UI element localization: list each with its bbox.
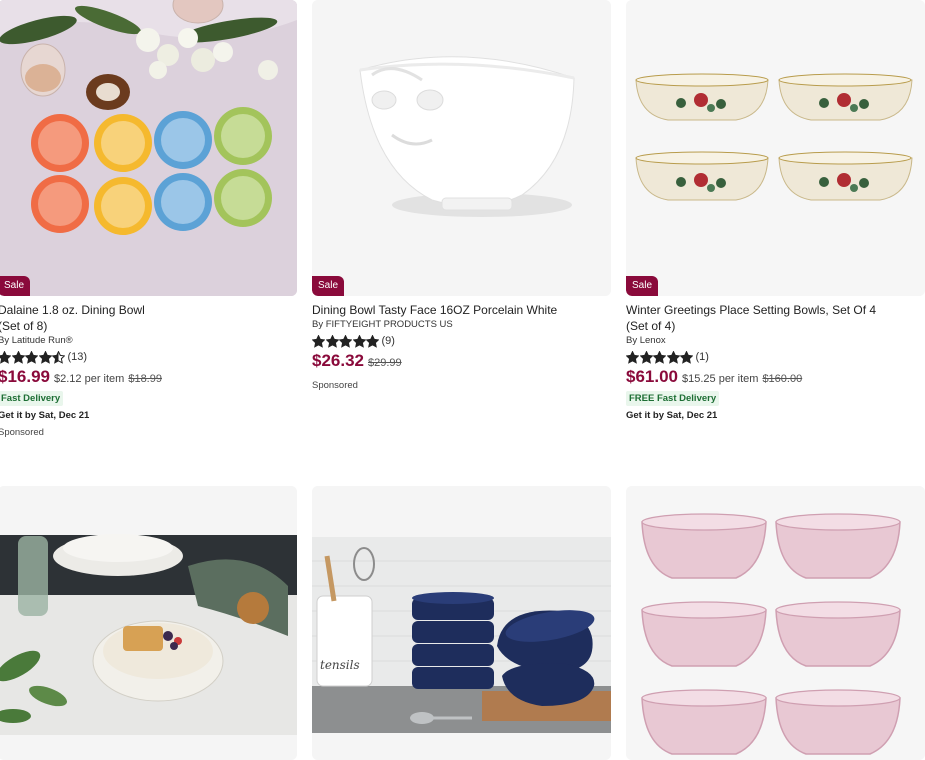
price-row: $16.99 $2.12 per item $18.99	[0, 367, 297, 387]
star-icon	[352, 334, 366, 348]
product-brand[interactable]: By Latitude Run®	[0, 335, 297, 346]
rating-count: (9)	[381, 335, 395, 347]
delivery-date: Get it by Sat, Dec 21	[0, 410, 90, 421]
rating-count: (1)	[695, 351, 709, 363]
star-rating	[626, 350, 694, 364]
product-title-line2[interactable]: (Set of 4)	[626, 319, 675, 333]
star-icon	[666, 350, 680, 364]
star-icon	[25, 350, 38, 364]
original-price: $29.99	[368, 357, 402, 369]
star-icon	[626, 350, 639, 364]
product-title[interactable]: Winter Greetings Place Setting Bowls, Se…	[626, 302, 925, 334]
product-title[interactable]: Dalaine 1.8 oz. Dining Bowl (Set of 8)	[0, 302, 297, 334]
holiday-bowls-image	[626, 0, 925, 296]
per-item-price: $15.25 per item	[682, 373, 759, 385]
star-icon	[0, 350, 11, 364]
product-image[interactable]	[626, 486, 925, 760]
star-rating	[312, 334, 380, 348]
product-image[interactable]: tensils	[312, 486, 611, 760]
star-icon	[680, 350, 693, 364]
svg-text:tensils: tensils	[320, 658, 360, 672]
colorful-bowls-image	[0, 0, 297, 296]
sale-badge: Sale	[312, 276, 345, 296]
product-title-line2[interactable]: (Set of 8)	[0, 319, 47, 333]
product-image[interactable]	[0, 486, 297, 760]
rating-count: (13)	[67, 351, 88, 363]
original-price: $160.00	[762, 373, 803, 385]
sponsored-label: Sponsored	[0, 427, 44, 438]
per-item-price: $2.12 per item	[54, 373, 125, 385]
star-icon	[325, 334, 339, 348]
product-brand[interactable]: By Lenox	[626, 335, 925, 346]
product-image[interactable]: Sale	[312, 0, 611, 296]
sale-price: $26.32	[312, 351, 364, 370]
star-rating	[0, 350, 66, 364]
delivery-date: Get it by Sat, Dec 21	[626, 410, 718, 421]
white-bowl-face-image	[312, 0, 611, 296]
product-brand[interactable]: By FIFTYEIGHT PRODUCTS US	[312, 319, 611, 330]
star-icon	[366, 334, 379, 348]
product-rating: (1)	[626, 350, 925, 364]
star-icon	[639, 350, 653, 364]
price-row: $26.32 $29.99	[312, 351, 611, 371]
breakfast-bowl-image	[0, 486, 297, 760]
sale-badge: Sale	[0, 276, 31, 296]
product-image[interactable]: Sale	[0, 0, 297, 296]
star-icon	[339, 334, 352, 348]
product-image[interactable]: Sale	[626, 0, 925, 296]
product-title-line1[interactable]: Dalaine 1.8 oz. Dining Bowl	[0, 303, 145, 317]
navy-bowls-image: tensils	[312, 486, 611, 760]
star-icon	[312, 334, 325, 348]
star-icon	[52, 350, 65, 364]
sale-price: $16.99	[0, 367, 50, 386]
sale-badge: Sale	[626, 276, 659, 296]
star-icon	[653, 350, 666, 364]
sale-price: $61.00	[626, 367, 678, 386]
product-title[interactable]: Dining Bowl Tasty Face 16OZ Porcelain Wh…	[312, 302, 611, 318]
star-icon	[38, 350, 52, 364]
sponsored-label: Sponsored	[312, 380, 358, 391]
star-icon	[11, 350, 25, 364]
free-fast-delivery-badge: FREE Fast Delivery	[626, 391, 720, 406]
price-row: $61.00 $15.25 per item $160.00	[626, 367, 925, 387]
product-rating: (9)	[312, 334, 611, 348]
pink-glass-bowls-image	[626, 486, 925, 760]
fast-delivery-badge: Fast Delivery	[0, 391, 64, 406]
original-price: $18.99	[128, 373, 162, 385]
product-title-line1[interactable]: Winter Greetings Place Setting Bowls, Se…	[626, 303, 876, 317]
product-rating: (13)	[0, 350, 297, 364]
